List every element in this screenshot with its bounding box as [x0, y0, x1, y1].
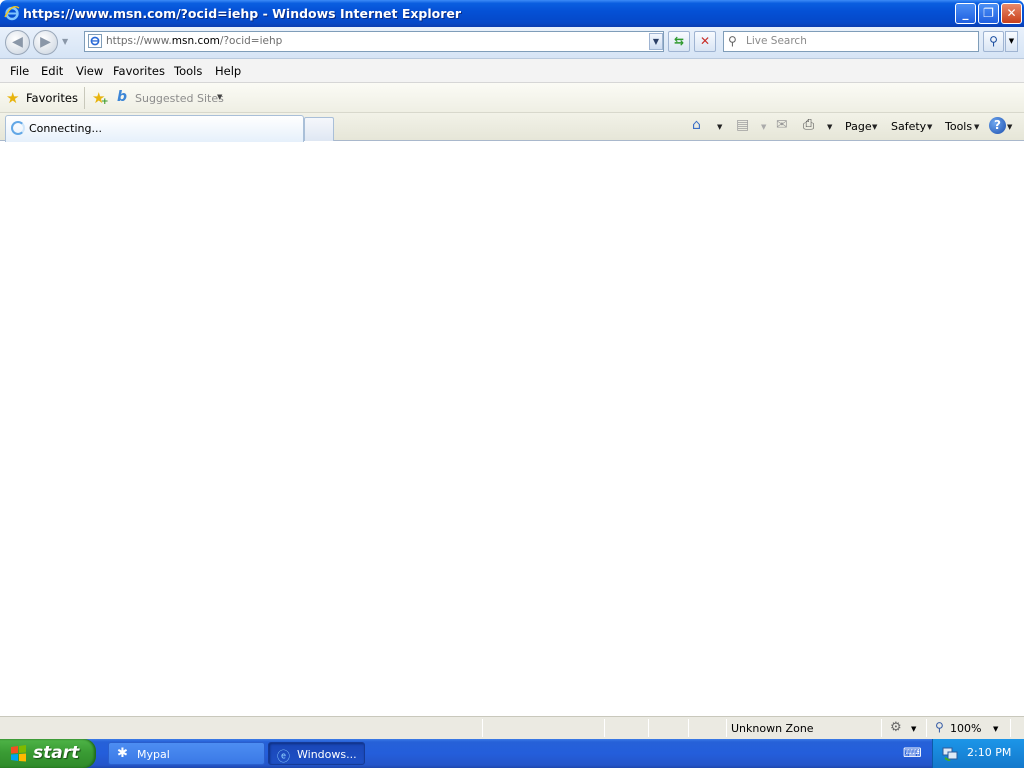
zoom-icon[interactable]: ⚲ — [935, 720, 944, 734]
taskbar-item-mypal[interactable]: ✱ Mypal — [108, 742, 265, 765]
read-mail-icon[interactable]: ✉ — [776, 117, 788, 133]
forward-arrow-icon: ▶ — [40, 34, 51, 50]
magnifier-icon: ⚲ — [989, 34, 998, 48]
tab-active[interactable]: Connecting... — [5, 115, 304, 142]
menu-view[interactable]: View — [76, 64, 103, 78]
zoom-level[interactable]: 100% — [950, 722, 981, 735]
search-box[interactable]: ⚲ Live Search — [723, 31, 979, 52]
menu-favorites[interactable]: Favorites — [113, 64, 165, 78]
menu-tools[interactable]: Tools — [174, 64, 202, 78]
stop-button[interactable]: ✕ — [694, 31, 716, 52]
clock[interactable]: 2:10 PM — [967, 746, 1011, 759]
restore-button[interactable]: ❐ — [978, 3, 999, 24]
status-bar: Unknown Zone ⚙ ▼ ⚲ 100% ▼ — [0, 716, 1024, 739]
back-arrow-icon: ◀ — [12, 34, 23, 50]
window-title-bar[interactable]: https://www.msn.com/?ocid=iehp - Windows… — [0, 0, 1024, 27]
url-domain: msn.com — [171, 35, 220, 47]
status-separator — [648, 719, 649, 737]
search-placeholder: Live Search — [746, 35, 807, 47]
stop-icon: ✕ — [699, 34, 711, 48]
tools-menu-button[interactable]: Tools — [945, 120, 972, 133]
menu-edit[interactable]: Edit — [41, 64, 63, 78]
page-menu-button[interactable]: Page — [845, 120, 872, 133]
loading-spinner-icon — [11, 121, 25, 135]
address-bar[interactable]: https://www.msn.com/?ocid=iehp ▼ — [84, 31, 664, 52]
menu-help[interactable]: Help — [215, 64, 241, 78]
home-dropdown-icon[interactable]: ▼ — [717, 123, 722, 131]
window-title: https://www.msn.com/?ocid=iehp - Windows… — [23, 6, 462, 21]
menu-bar: File Edit View Favorites Tools Help — [0, 59, 1024, 83]
system-tray: 2:10 PM — [932, 739, 1024, 768]
url-suffix: /?ocid=iehp — [219, 35, 283, 47]
favorites-separator — [84, 87, 85, 109]
new-tab-button[interactable] — [304, 117, 334, 141]
address-url[interactable]: https://www.msn.com/?ocid=iehp — [106, 35, 282, 47]
home-icon[interactable]: ⌂ — [692, 117, 701, 133]
menu-file[interactable]: File — [10, 64, 29, 78]
print-icon[interactable]: ⎙ — [803, 117, 814, 133]
add-plus-icon: + — [101, 97, 109, 107]
address-toolbar: ◀ ▶ ▼ https://www.msn.com/?ocid=iehp ▼ ⇆… — [0, 27, 1024, 59]
taskbar: start ✱ Mypal ⓔ Windows... ⌨ 2:10 PM — [0, 739, 1024, 768]
status-separator — [1010, 719, 1011, 737]
taskbar-item-internet-explorer[interactable]: ⓔ Windows... — [268, 742, 365, 765]
favorites-button[interactable]: Favorites — [26, 91, 78, 105]
help-icon[interactable]: ? — [989, 117, 1006, 134]
favorites-star-icon: ★ — [6, 89, 20, 107]
status-separator — [688, 719, 689, 737]
protected-mode-icon[interactable]: ⚙ — [890, 720, 902, 735]
print-dropdown-icon[interactable]: ▼ — [827, 123, 832, 131]
protected-mode-dropdown-icon[interactable]: ▼ — [911, 725, 916, 733]
search-icon: ⚲ — [728, 34, 737, 48]
tab-and-command-bar: Connecting... ⌂ ▼ ▤ ▼ ✉ ⎙ ▼ Page ▼ Safet… — [0, 113, 1024, 142]
page-content-area[interactable] — [0, 142, 1024, 716]
start-label: start — [33, 743, 80, 763]
bing-icon: b — [117, 89, 128, 105]
forward-button[interactable]: ▶ — [33, 30, 58, 55]
internet-explorer-icon: ⓔ — [277, 750, 291, 765]
safety-dropdown-icon[interactable]: ▼ — [927, 123, 932, 131]
zoom-dropdown-icon[interactable]: ▼ — [993, 725, 998, 733]
internet-explorer-icon — [4, 5, 20, 21]
search-options-dropdown[interactable]: ▼ — [1005, 31, 1018, 52]
page-icon — [88, 34, 102, 48]
search-button[interactable]: ⚲ — [983, 31, 1004, 52]
suggested-sites-link[interactable]: Suggested Sites — [135, 92, 224, 105]
refresh-icon: ⇆ — [673, 34, 685, 48]
feeds-icon[interactable]: ▤ — [736, 117, 749, 133]
status-separator — [726, 719, 727, 737]
security-zone-text[interactable]: Unknown Zone — [731, 722, 814, 735]
refresh-button[interactable]: ⇆ — [668, 31, 690, 52]
status-separator — [926, 719, 927, 737]
favorites-bar: ★ Favorites ★ + b Suggested Sites ▼ — [0, 83, 1024, 113]
start-button[interactable]: start — [0, 739, 96, 768]
suggested-sites-dropdown-icon[interactable]: ▼ — [217, 93, 222, 101]
page-dropdown-icon[interactable]: ▼ — [872, 123, 877, 131]
feeds-dropdown-icon[interactable]: ▼ — [761, 123, 766, 131]
tools-dropdown-icon[interactable]: ▼ — [974, 123, 979, 131]
taskbar-item-label: Windows... — [297, 748, 357, 761]
network-icon[interactable] — [942, 745, 958, 761]
status-separator — [881, 719, 882, 737]
status-separator — [482, 719, 483, 737]
windows-flag-icon — [11, 745, 26, 762]
recent-pages-dropdown[interactable]: ▼ — [62, 37, 68, 46]
back-button[interactable]: ◀ — [5, 30, 30, 55]
tab-label: Connecting... — [29, 122, 102, 135]
close-button[interactable]: ✕ — [1001, 3, 1022, 24]
help-dropdown-icon[interactable]: ▼ — [1007, 123, 1012, 131]
minimize-button[interactable]: _ — [955, 3, 976, 24]
safety-menu-button[interactable]: Safety — [891, 120, 926, 133]
mypal-icon: ✱ — [117, 746, 128, 761]
address-dropdown-button[interactable]: ▼ — [649, 33, 663, 50]
keyboard-icon[interactable]: ⌨ — [903, 746, 922, 761]
url-prefix: https://www. — [106, 35, 172, 47]
taskbar-item-label: Mypal — [137, 748, 170, 761]
status-separator — [604, 719, 605, 737]
